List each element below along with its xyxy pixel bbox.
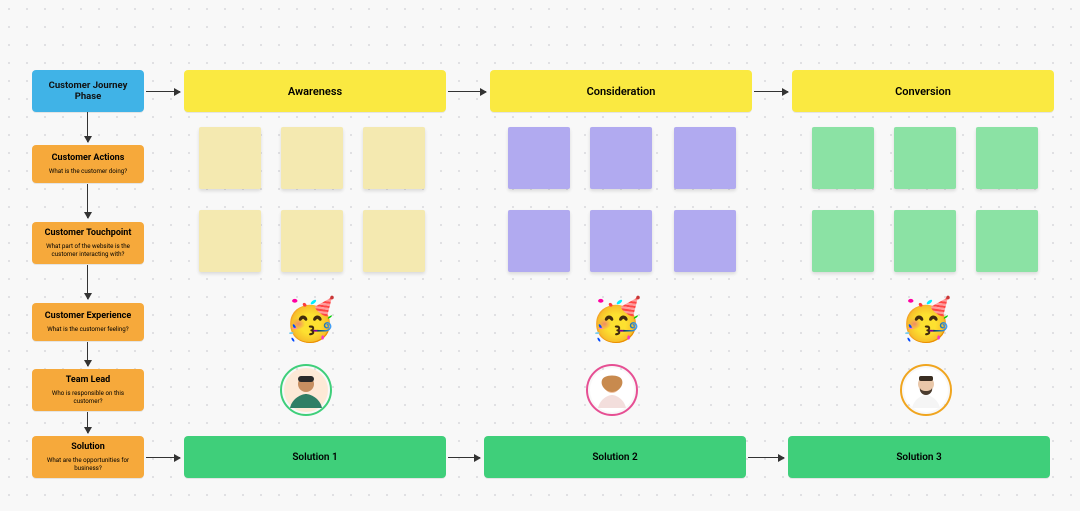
phase-awareness-bar[interactable]: Awareness (184, 70, 446, 112)
row-solution-sub: What are the opportunities for business? (37, 456, 139, 472)
phase-consideration-bar[interactable]: Consideration (490, 70, 752, 112)
sticky-note[interactable] (590, 127, 652, 189)
row-solution-title: Solution (71, 442, 105, 453)
sticky-note[interactable] (976, 127, 1038, 189)
party-face-icon[interactable]: 🥳 (590, 300, 642, 342)
solution-3-bar[interactable]: Solution 3 (788, 436, 1050, 478)
arrow-right-icon (146, 457, 180, 458)
sticky-note[interactable] (363, 127, 425, 189)
avatar[interactable] (280, 364, 332, 416)
row-experience-card[interactable]: Customer Experience What is the customer… (32, 303, 144, 341)
solution-2-label: Solution 2 (592, 452, 637, 463)
phase-awareness-label: Awareness (288, 85, 342, 98)
solution-2-bar[interactable]: Solution 2 (484, 436, 746, 478)
sticky-note[interactable] (281, 127, 343, 189)
row-teamlead-sub: Who is responsible on this customer? (37, 389, 139, 405)
row-teamlead-card[interactable]: Team Lead Who is responsible on this cus… (32, 369, 144, 411)
arrow-down-icon (87, 265, 88, 299)
sticky-note[interactable] (199, 210, 261, 272)
row-touchpoint-sub: What part of the website is the customer… (37, 242, 139, 258)
phase-conversion-bar[interactable]: Conversion (792, 70, 1054, 112)
sticky-note[interactable] (894, 127, 956, 189)
sticky-note[interactable] (363, 210, 425, 272)
sticky-note[interactable] (976, 210, 1038, 272)
sticky-note[interactable] (281, 210, 343, 272)
sticky-note[interactable] (199, 127, 261, 189)
arrow-right-icon (748, 457, 784, 458)
avatar[interactable] (900, 364, 952, 416)
arrow-right-icon (754, 91, 788, 92)
phase-consideration-label: Consideration (587, 85, 656, 98)
solution-1-bar[interactable]: Solution 1 (184, 436, 446, 478)
sticky-note[interactable] (674, 127, 736, 189)
arrow-down-icon (87, 412, 88, 433)
sticky-note[interactable] (812, 210, 874, 272)
row-actions-title: Customer Actions (52, 153, 125, 164)
avatar[interactable] (586, 364, 638, 416)
row-touchpoint-title: Customer Touchpoint (45, 228, 132, 239)
row-touchpoint-card[interactable]: Customer Touchpoint What part of the web… (32, 222, 144, 264)
solution-3-label: Solution 3 (896, 452, 941, 463)
phase-conversion-label: Conversion (895, 85, 951, 98)
row-actions-sub: What is the customer doing? (49, 167, 127, 175)
sticky-note[interactable] (508, 210, 570, 272)
header-phase-title: Customer Journey Phase (37, 80, 139, 103)
arrow-right-icon (146, 91, 180, 92)
arrow-down-icon (87, 184, 88, 218)
arrow-down-icon (87, 112, 88, 142)
header-phase-card[interactable]: Customer Journey Phase (32, 70, 144, 112)
sticky-note[interactable] (590, 210, 652, 272)
sticky-note[interactable] (508, 127, 570, 189)
row-solution-card[interactable]: Solution What are the opportunities for … (32, 436, 144, 478)
sticky-note[interactable] (674, 210, 736, 272)
sticky-note[interactable] (812, 127, 874, 189)
arrow-right-icon (448, 457, 480, 458)
row-teamlead-title: Team Lead (66, 375, 111, 386)
arrow-right-icon (448, 91, 486, 92)
solution-1-label: Solution 1 (292, 452, 337, 463)
arrow-down-icon (87, 342, 88, 366)
sticky-note[interactable] (894, 210, 956, 272)
row-experience-title: Customer Experience (45, 311, 131, 322)
party-face-icon[interactable]: 🥳 (900, 300, 952, 342)
row-actions-card[interactable]: Customer Actions What is the customer do… (32, 145, 144, 183)
row-experience-sub: What is the customer feeling? (47, 325, 128, 333)
party-face-icon[interactable]: 🥳 (284, 300, 336, 342)
customer-journey-canvas[interactable]: Customer Journey Phase Customer Actions … (16, 12, 1064, 499)
